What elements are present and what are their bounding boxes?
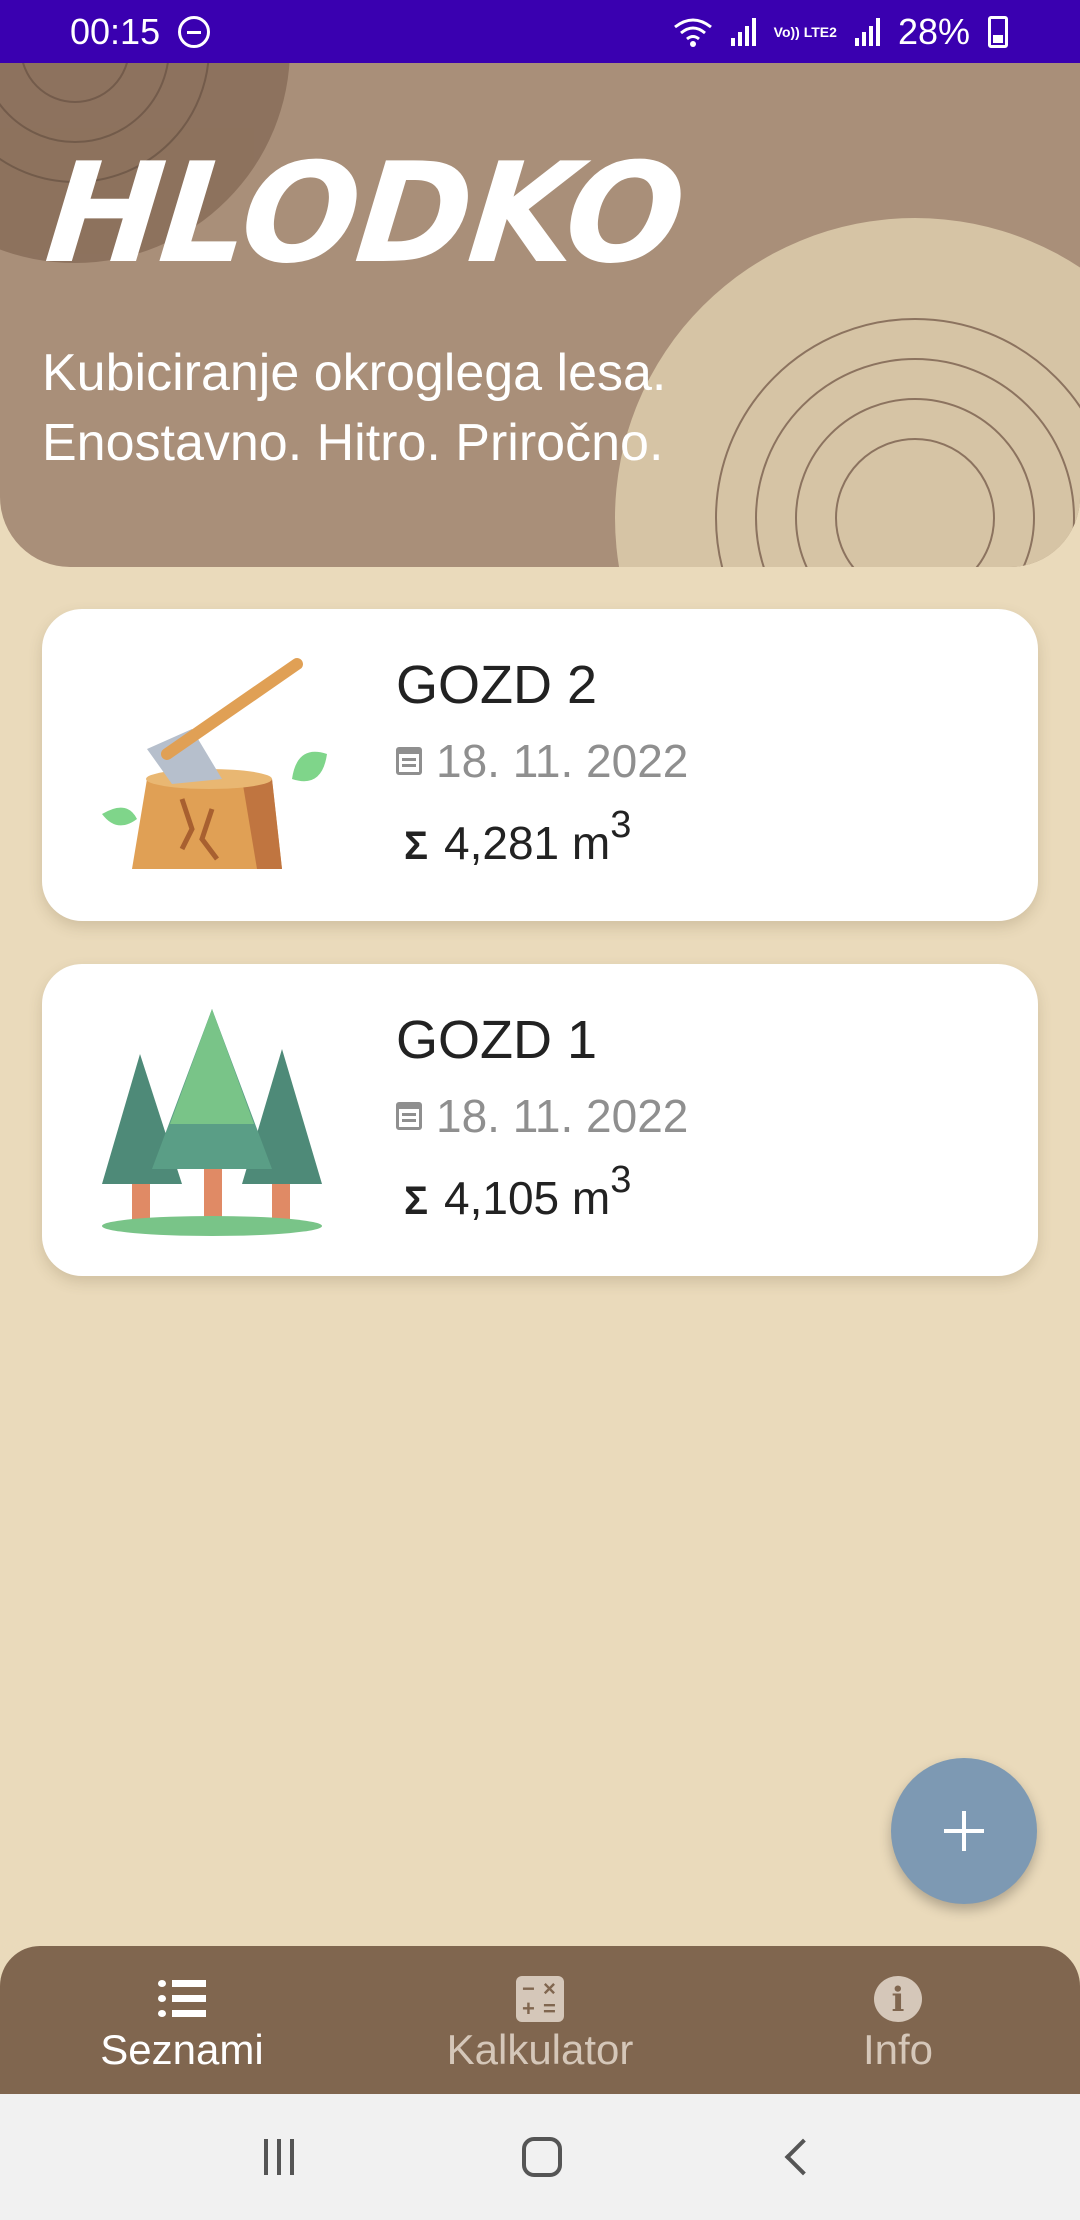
tagline-line-2: Enostavno. Hitro. Priročno. <box>42 414 664 472</box>
do-not-disturb-icon <box>178 15 211 48</box>
list-card[interactable]: GOZD 1 18. 11. 2022 Σ 4,105 m3 <box>42 964 1038 1276</box>
list-volume: Σ 4,281 m3 <box>402 804 631 870</box>
app-title: HLODKO <box>39 133 691 294</box>
volume-unit-exponent: 3 <box>610 1159 632 1201</box>
volte-badge: Vo)) LTE2 <box>773 23 837 40</box>
list-volume: Σ 4,105 m3 <box>402 1159 631 1225</box>
home-icon[interactable] <box>522 2137 562 2177</box>
app-screen: 00:15 Vo)) LTE2 28% HLODKO Kubiciranje o… <box>0 0 1080 2220</box>
wifi-icon <box>673 18 712 47</box>
plus-icon <box>944 1811 984 1851</box>
list-date-text: 18. 11. 2022 <box>436 1090 689 1142</box>
volume-value: 4,105 m3 <box>444 1159 631 1225</box>
volume-unit: m <box>571 1172 611 1224</box>
status-time: 00:15 <box>70 10 161 52</box>
list-card[interactable]: GOZD 2 18. 11. 2022 Σ 4,281 m3 <box>42 609 1038 921</box>
battery-percent: 28% <box>897 10 970 52</box>
list-name: GOZD 2 <box>396 655 598 715</box>
log-slice-decoration <box>615 218 1080 567</box>
nav-label-seznami: Seznami <box>100 2026 264 2073</box>
list-date: 18. 11. 2022 <box>396 734 688 788</box>
bottom-navigation: Seznami − × + = Kalkulator i Info <box>0 1946 1080 2094</box>
sigma-icon: Σ <box>403 1179 428 1223</box>
system-navigation-bar <box>0 2094 1080 2220</box>
add-list-button[interactable] <box>891 1758 1037 1904</box>
nav-item-info[interactable]: i Info <box>768 1946 1028 2094</box>
tagline-line-1: Kubiciranje okroglega lesa. <box>42 344 667 402</box>
list-icon <box>158 1976 206 2022</box>
forest-trees-icon <box>102 1009 322 1236</box>
volume-value: 4,281 m3 <box>444 804 631 870</box>
back-icon[interactable] <box>784 2138 822 2176</box>
status-left: 00:15 <box>70 10 211 53</box>
recents-icon[interactable] <box>264 2139 294 2175</box>
status-right: Vo)) LTE2 28% <box>673 11 1008 53</box>
calculator-icon: − × + = <box>516 1976 564 2022</box>
volume-number: 4,281 <box>444 817 560 869</box>
volume-number: 4,105 <box>444 1172 560 1224</box>
signal-icon-2 <box>854 17 880 46</box>
list-date-text: 18. 11. 2022 <box>436 735 689 787</box>
status-bar: 00:15 Vo)) LTE2 28% <box>0 0 1080 63</box>
calendar-icon <box>396 747 422 775</box>
nav-label-kalkulator: Kalkulator <box>446 2026 634 2073</box>
nav-label-info: Info <box>862 2026 934 2073</box>
calendar-icon <box>396 1102 422 1130</box>
info-icon: i <box>874 1976 922 2022</box>
nav-item-seznami[interactable]: Seznami <box>52 1946 312 2094</box>
nav-item-kalkulator[interactable]: − × + = Kalkulator <box>410 1946 670 2094</box>
axe-stump-icon <box>102 658 327 869</box>
signal-icon <box>730 17 756 46</box>
volume-unit-exponent: 3 <box>610 804 632 846</box>
battery-icon <box>988 15 1008 48</box>
list-date: 18. 11. 2022 <box>396 1089 688 1143</box>
list-name: GOZD 1 <box>396 1010 598 1070</box>
volume-unit: m <box>571 817 611 869</box>
header-banner: HLODKO Kubiciranje okroglega lesa. Enost… <box>0 63 1080 567</box>
sigma-icon: Σ <box>403 824 428 868</box>
tagline: Kubiciranje okroglega lesa. Enostavno. H… <box>42 338 666 478</box>
